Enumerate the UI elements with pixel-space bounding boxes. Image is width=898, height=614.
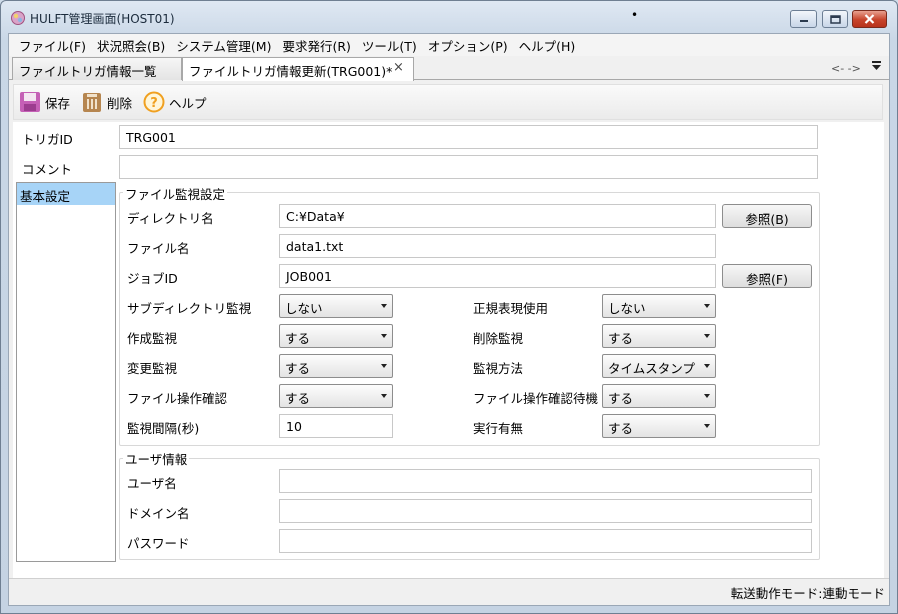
menu-status[interactable]: 状況照会(B): [93, 36, 169, 55]
help-button[interactable]: ? ヘルプ: [143, 90, 207, 114]
delete-watch-value: する: [608, 331, 634, 346]
tab-close-icon[interactable]: ×: [393, 60, 404, 75]
file-op-check-label: ファイル操作確認: [127, 391, 228, 406]
watch-interval-field[interactable]: 10: [279, 414, 393, 438]
browse-directory-button[interactable]: 参照(B): [722, 204, 812, 228]
domain-name-label: ドメイン名: [127, 506, 190, 521]
delete-button[interactable]: 削除: [81, 90, 132, 114]
file-name-field[interactable]: data1.txt: [279, 234, 716, 258]
dropdown-arrow-icon: [704, 424, 710, 428]
svg-text:?: ?: [150, 96, 158, 111]
file-op-wait-select[interactable]: する: [602, 384, 716, 408]
dropdown-arrow-icon: [704, 394, 710, 398]
comment-field[interactable]: [119, 155, 818, 179]
menu-help[interactable]: ヘルプ(H): [515, 36, 580, 55]
menu-bar: ファイル(F) 状況照会(B) システム管理(M) 要求発行(R) ツール(T)…: [9, 34, 889, 56]
menu-file[interactable]: ファイル(F): [15, 36, 90, 55]
dropdown-arrow-icon: [381, 364, 387, 368]
delete-label: 削除: [107, 95, 133, 111]
file-op-check-value: する: [285, 391, 311, 406]
menu-tools[interactable]: ツール(T): [358, 36, 421, 55]
transfer-mode-status: 転送動作モード:連動モード: [730, 586, 885, 601]
execute-label: 実行有無: [473, 421, 524, 436]
trash-icon: [83, 93, 101, 112]
regex-label: 正規表現使用: [473, 301, 549, 316]
execute-value: する: [608, 421, 634, 436]
user-name-field[interactable]: [279, 469, 812, 493]
subdirectory-watch-select[interactable]: しない: [279, 294, 393, 318]
user-info-group-title: ユーザ情報: [123, 449, 190, 468]
user-name-label: ユーザ名: [127, 476, 177, 491]
menu-request[interactable]: 要求発行(R): [278, 36, 354, 55]
minimize-icon: [799, 20, 808, 22]
dropdown-arrow-icon: [381, 304, 387, 308]
job-id-label: ジョブID: [127, 271, 178, 286]
settings-category-list: [16, 182, 116, 562]
help-label: ヘルプ: [169, 95, 207, 111]
maximize-button[interactable]: [822, 10, 848, 28]
file-op-wait-label: ファイル操作確認待機: [473, 391, 599, 406]
delete-watch-select[interactable]: する: [602, 324, 716, 348]
dropdown-arrow-icon: [704, 334, 710, 338]
subdirectory-watch-label: サブディレクトリ監視: [127, 301, 252, 316]
watch-method-label: 監視方法: [473, 361, 524, 376]
file-name-label: ファイル名: [127, 241, 190, 256]
app-icon: [11, 11, 25, 25]
save-button[interactable]: 保存: [19, 90, 70, 114]
tab-menu-icon[interactable]: [872, 60, 881, 72]
dropdown-arrow-icon: [704, 304, 710, 308]
watch-interval-label: 監視間隔(秒): [127, 421, 200, 436]
browse-job-button[interactable]: 参照(F): [722, 264, 812, 288]
dropdown-arrow-icon: [704, 364, 710, 368]
trigger-id-label: トリガID: [22, 132, 73, 147]
menu-system[interactable]: システム管理(M): [172, 36, 275, 55]
create-watch-value: する: [285, 331, 311, 346]
watch-method-select[interactable]: タイムスタンプ: [602, 354, 716, 378]
title-dot: •: [631, 8, 639, 22]
change-watch-value: する: [285, 361, 311, 376]
password-label: パスワード: [127, 536, 190, 551]
domain-name-field[interactable]: [279, 499, 812, 523]
trigger-id-field[interactable]: TRG001: [119, 125, 818, 149]
maximize-icon: [829, 14, 841, 24]
dropdown-arrow-icon: [381, 334, 387, 338]
save-label: 保存: [45, 95, 71, 111]
menu-options[interactable]: オプション(P): [424, 36, 512, 55]
create-watch-select[interactable]: する: [279, 324, 393, 348]
close-button[interactable]: [852, 10, 887, 28]
execute-select[interactable]: する: [602, 414, 716, 438]
dropdown-arrow-icon: [381, 394, 387, 398]
tab-nav-arrows[interactable]: <- ->: [831, 62, 861, 75]
file-watch-group: [119, 192, 820, 446]
delete-watch-label: 削除監視: [473, 331, 524, 346]
regex-value: しない: [608, 301, 646, 316]
job-id-field[interactable]: JOB001: [279, 264, 716, 288]
save-icon: [20, 92, 40, 112]
subdirectory-watch-value: しない: [285, 301, 323, 316]
window-title: HULFT管理画面(HOST01): [30, 12, 175, 26]
file-watch-group-title: ファイル監視設定: [123, 184, 228, 203]
close-icon: [864, 14, 875, 24]
comment-label: コメント: [22, 162, 73, 177]
file-op-check-select[interactable]: する: [279, 384, 393, 408]
change-watch-label: 変更監視: [127, 361, 178, 376]
help-icon: ?: [143, 91, 165, 113]
directory-label: ディレクトリ名: [127, 211, 214, 226]
category-basic-settings[interactable]: 基本設定: [17, 183, 115, 205]
directory-field[interactable]: C:¥Data¥: [279, 204, 716, 228]
tab-file-trigger-list[interactable]: ファイルトリガ情報一覧: [12, 57, 182, 80]
minimize-button[interactable]: [790, 10, 817, 28]
change-watch-select[interactable]: する: [279, 354, 393, 378]
regex-select[interactable]: しない: [602, 294, 716, 318]
create-watch-label: 作成監視: [127, 331, 178, 346]
watch-method-value: タイムスタンプ: [608, 361, 695, 376]
tab-file-trigger-update[interactable]: ファイルトリガ情報更新(TRG001)*: [182, 57, 414, 81]
password-field[interactable]: [279, 529, 812, 553]
file-op-wait-value: する: [608, 391, 634, 406]
